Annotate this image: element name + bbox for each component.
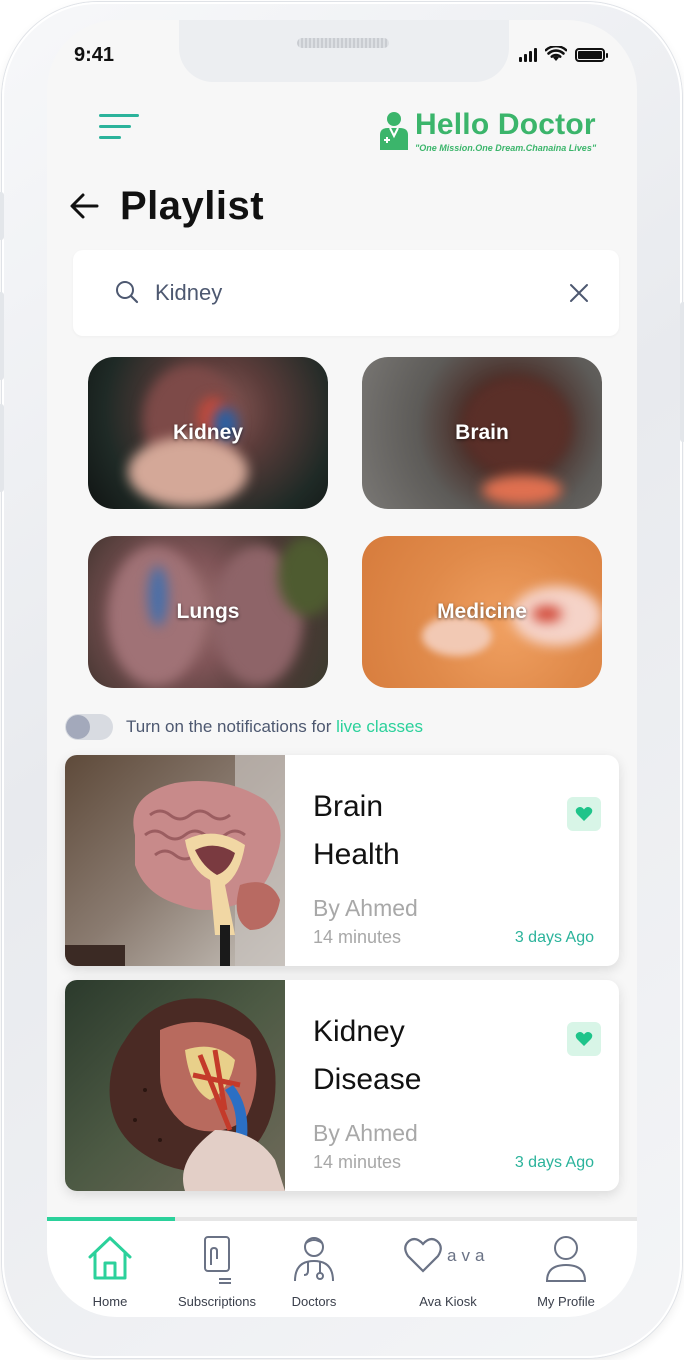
doctor-logo-icon: [380, 112, 408, 150]
category-label: Medicine: [437, 600, 527, 623]
notifications-text: Turn on the notifications for: [126, 717, 337, 736]
battery-icon: [575, 48, 608, 62]
doctor-icon: [294, 1237, 334, 1282]
nav-active-indicator: [47, 1217, 175, 1221]
video-title-line2: Health: [313, 838, 400, 871]
video-card-kidney-disease[interactable]: Kidney Disease By Ahmed 14 minutes 3 day…: [65, 980, 619, 1191]
menu-icon[interactable]: [99, 110, 141, 144]
wifi-icon: [545, 46, 567, 61]
category-label: Kidney: [172, 421, 243, 444]
toggle-knob: [66, 715, 90, 739]
nav-home[interactable]: Home: [51, 1231, 169, 1315]
video-date: 3 days Ago: [514, 929, 594, 946]
speaker-grille: [297, 38, 389, 48]
heart-icon: [575, 1032, 593, 1046]
nav-doctors[interactable]: Doctors: [255, 1231, 373, 1315]
category-kidney[interactable]: Kidney: [88, 357, 328, 509]
video-duration: 14 minutes: [313, 1152, 402, 1172]
search-input[interactable]: [155, 274, 555, 312]
power-button: [680, 302, 684, 442]
volume-down-button: [0, 404, 4, 492]
clear-search-icon[interactable]: [569, 283, 589, 303]
video-duration: 14 minutes: [313, 927, 402, 947]
video-title: Kidney Disease: [313, 1008, 533, 1104]
notch: [179, 20, 509, 82]
subscriptions-icon: [204, 1236, 231, 1284]
ava-icon-text: ava: [447, 1246, 489, 1265]
video-author: By Ahmed: [313, 895, 418, 921]
video-card-brain-health[interactable]: Brain Health By Ahmed 14 minutes 3 days …: [65, 755, 619, 966]
status-time: 9:41: [74, 44, 115, 66]
category-brain[interactable]: Brain: [362, 357, 602, 509]
profile-icon: [545, 1236, 587, 1282]
ava-heart-icon: ava: [404, 1237, 489, 1273]
mute-switch: [0, 192, 4, 240]
nav-my-profile[interactable]: My Profile: [507, 1231, 625, 1315]
volume-up-button: [0, 292, 4, 380]
video-thumbnail: [65, 980, 285, 1191]
page-title: Playlist: [120, 184, 265, 228]
home-icon: [88, 1236, 132, 1280]
live-classes-link[interactable]: live classes: [336, 717, 423, 736]
heart-icon: [575, 807, 593, 821]
nav-label: Home: [92, 1294, 128, 1309]
category-label: Brain: [455, 421, 509, 444]
category-lungs[interactable]: Lungs: [88, 536, 328, 688]
logo-tagline: "One Mission.One Dream.Chanaina Lives": [415, 143, 597, 153]
bottom-navigation: Home Subscriptions Doctors ava Ava Kiosk…: [47, 1217, 637, 1317]
nav-label: Ava Kiosk: [419, 1294, 477, 1309]
video-title: Brain Health: [313, 783, 533, 879]
search-icon: [116, 281, 139, 304]
notifications-label: Turn on the notifications for live class…: [126, 717, 423, 737]
nav-label: Doctors: [291, 1294, 337, 1309]
category-medicine[interactable]: Medicine: [362, 536, 602, 688]
kidney-model-image: [65, 980, 285, 1191]
video-title-line1: Kidney: [313, 1015, 405, 1048]
favorite-button[interactable]: [567, 1022, 601, 1056]
notifications-toggle[interactable]: [65, 714, 113, 740]
nav-ava-kiosk[interactable]: ava Ava Kiosk: [389, 1231, 507, 1315]
app-screen: 9:41 Hello Doctor "One Mission.One Dream…: [47, 20, 637, 1317]
brain-model-image: [65, 755, 285, 966]
logo-text: Hello Doctor: [415, 108, 596, 141]
video-author: By Ahmed: [313, 1120, 418, 1146]
hello-doctor-logo: Hello Doctor "One Mission.One Dream.Chan…: [379, 110, 596, 153]
status-icons: [519, 46, 608, 62]
nav-label: My Profile: [537, 1294, 595, 1309]
search-bar: [73, 250, 619, 336]
video-thumbnail: [65, 755, 285, 966]
video-title-line1: Brain: [313, 790, 384, 823]
video-date: 3 days Ago: [514, 1154, 594, 1171]
video-title-line2: Disease: [313, 1063, 422, 1096]
cellular-signal-icon: [519, 48, 537, 62]
favorite-button[interactable]: [567, 797, 601, 831]
back-arrow-icon[interactable]: [69, 192, 99, 220]
category-label: Lungs: [176, 600, 240, 623]
